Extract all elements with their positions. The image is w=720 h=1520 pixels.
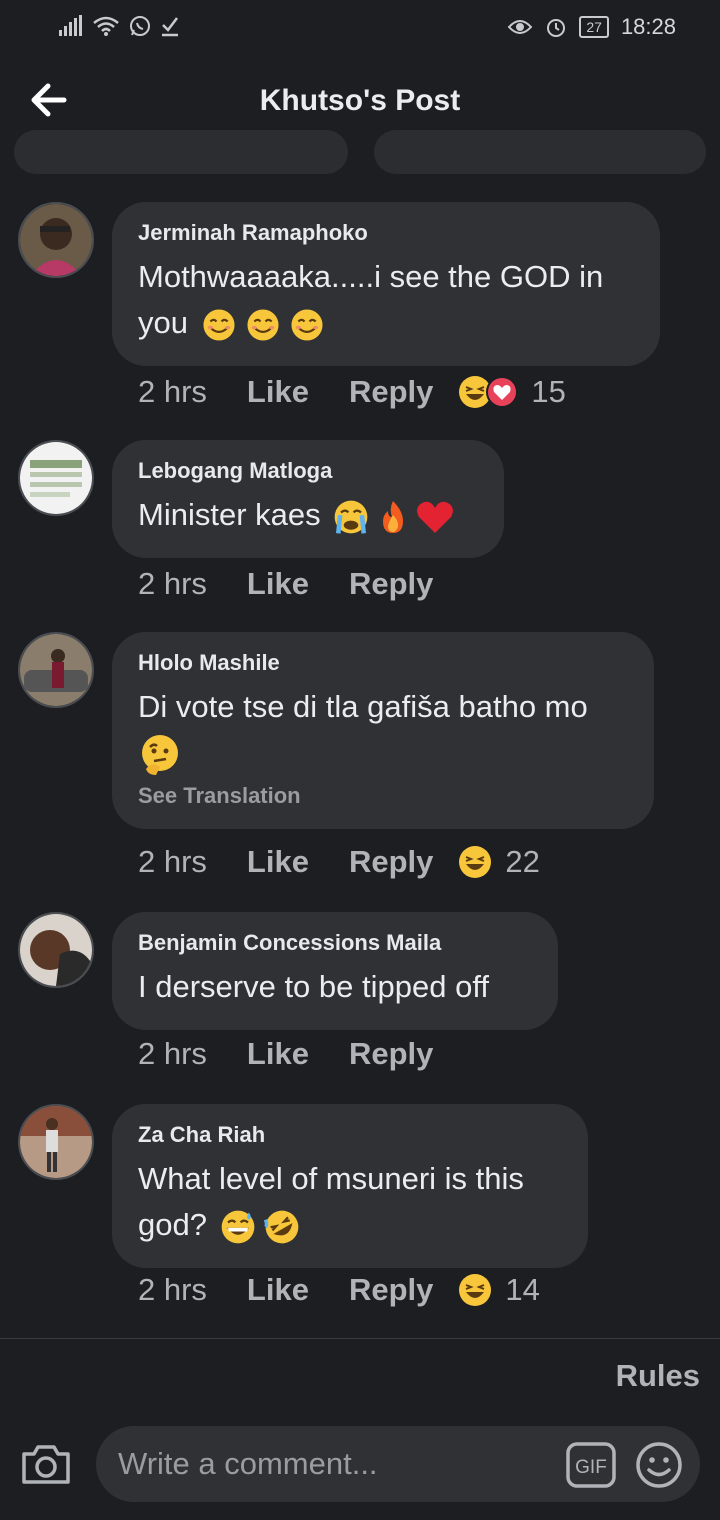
wifi-icon [93,16,119,36]
comment-time: 2 hrs [138,1272,207,1307]
cut-off-action-pill[interactable] [374,130,706,174]
reaction-summary[interactable]: 15 [457,374,566,410]
like-button[interactable]: Like [247,374,309,410]
reaction-count: 14 [505,1272,540,1307]
comment-bubble[interactable]: Benjamin Concessions Maila I derserve to… [112,912,558,1030]
status-time: 18:28 [620,14,676,39]
comment-time: 2 hrs [138,844,207,879]
avatar[interactable] [18,632,94,708]
comment-actions: 2 hrs Like Reply 14 [138,1272,540,1308]
reaction-count: 15 [531,374,566,409]
red-heart-emoji [417,501,454,533]
laugh-reaction-icon [459,846,492,878]
reply-button[interactable]: Reply [349,566,433,602]
comment-author[interactable]: Lebogang Matloga [138,458,476,484]
crying-face-emoji [334,500,368,534]
comment-bubble[interactable]: Hlolo Mashile Di vote tse di tla gafiša … [112,632,654,829]
camera-icon[interactable] [20,1440,72,1488]
thinking-face-emoji [142,734,178,775]
like-button[interactable]: Like [247,1272,309,1308]
like-button[interactable]: Like [247,1036,309,1072]
avatar[interactable] [18,202,94,278]
comment-text: I derserve to be tipped off [138,969,489,1004]
comment-actions: 2 hrs Like Reply 22 [138,844,540,880]
battery-indicator: 27 [579,16,609,38]
reaction-summary[interactable]: 22 [457,844,540,880]
avatar[interactable] [18,440,94,516]
like-button[interactable]: Like [247,566,309,602]
comment-time: 2 hrs [138,374,207,409]
reaction-summary[interactable]: 14 [457,1272,540,1308]
reply-button[interactable]: Reply [349,844,433,880]
rolling-laughing-face-emoji [263,1210,298,1244]
status-icons-right: 27 18:28 [507,14,676,40]
comment-time: 2 hrs [138,566,207,601]
comment-author[interactable]: Jerminah Ramaphoko [138,220,632,246]
rules-link[interactable]: Rules [616,1358,700,1394]
status-icons-left [58,14,180,38]
comment-actions: 2 hrs Like Reply [138,566,473,602]
comment-time: 2 hrs [138,1036,207,1071]
page-title: Khutso's Post [259,84,461,117]
comment-bubble[interactable]: Za Cha Riah What level of msuneri is thi… [112,1104,588,1268]
cut-off-action-pill[interactable] [14,130,348,174]
comment-actions: 2 hrs Like Reply 15 [138,374,566,410]
smiling-face-emoji [247,309,279,341]
comment-bubble[interactable]: Jerminah Ramaphoko Mothwaaaaka.....i see… [112,202,660,366]
comment-author[interactable]: Za Cha Riah [138,1122,560,1148]
comment-text: What level of msuneri is this god? [138,1156,560,1248]
signal-icon [59,15,82,36]
laugh-reaction-icon [459,1274,492,1306]
fire-emoji [383,500,404,533]
comment-text: Mothwaaaaka.....i see the GOD in you [138,254,632,346]
smiling-face-emoji [203,309,235,341]
reply-button[interactable]: Reply [349,1036,433,1072]
comment-author[interactable]: Benjamin Concessions Maila [138,930,530,956]
comment-text: Minister kaes [138,492,476,538]
status-bar: 27 18:28 [0,0,720,56]
smiling-face-emoji [291,309,323,341]
eye-comfort-icon [508,20,533,34]
divider [0,1338,720,1339]
comment-author[interactable]: Hlolo Mashile [138,650,626,676]
comment-bubble[interactable]: Lebogang Matloga Minister kaes [112,440,504,558]
love-reaction-icon [486,376,519,408]
like-button[interactable]: Like [247,844,309,880]
reply-button[interactable]: Reply [349,1272,433,1308]
avatar[interactable] [18,1104,94,1180]
comment-actions: 2 hrs Like Reply [138,1036,473,1072]
whatsapp-icon [130,16,150,36]
gif-label: GIF [575,1457,607,1478]
alarm-icon [547,19,566,37]
grinning-sweat-face-emoji [221,1210,254,1244]
download-done-icon [162,17,178,37]
gif-icon[interactable]: GIF [566,1442,616,1488]
reaction-count: 22 [505,844,540,879]
emoji-picker-icon[interactable] [634,1440,684,1490]
reply-button[interactable]: Reply [349,374,433,410]
avatar[interactable] [18,912,94,988]
comment-text: Di vote tse di tla gafiša batho mo [138,684,626,777]
see-translation-link[interactable]: See Translation [138,783,626,809]
